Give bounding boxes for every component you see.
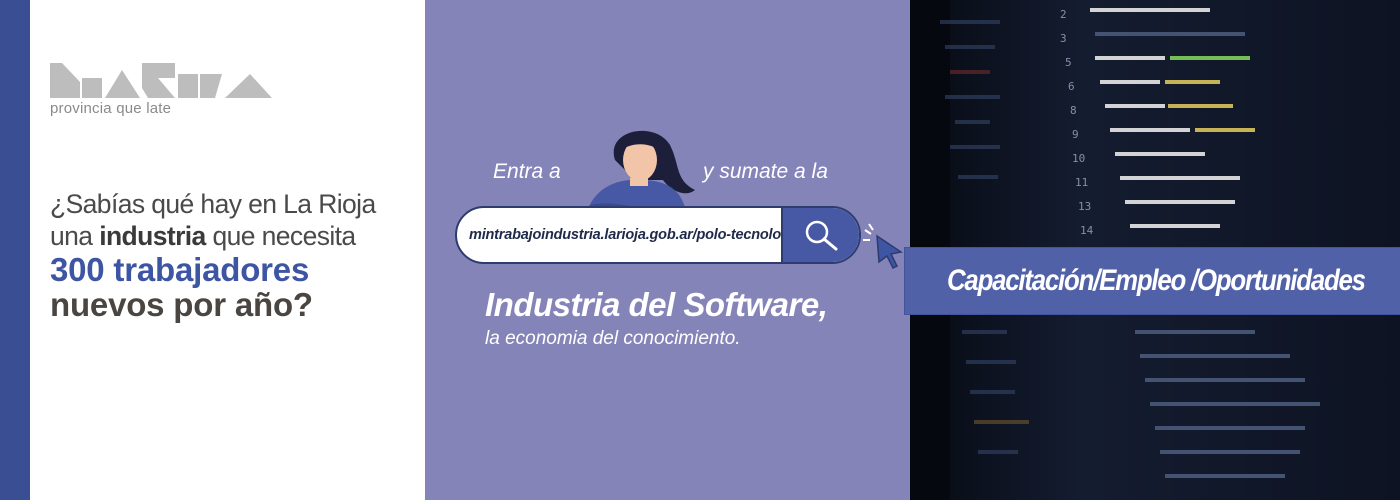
opportunities-banner: Capacitación/Empleo /Oportunidades — [905, 248, 1400, 314]
headline-nuevos-por-ano: nuevos por año? — [50, 286, 313, 323]
search-icon — [805, 220, 838, 251]
la-rioja-logo: provincia que late — [50, 60, 275, 120]
left-accent-stripe — [0, 0, 30, 500]
left-panel: provincia que late ¿Sabías qué hay en La… — [30, 0, 425, 500]
headline-industria: industria — [99, 221, 206, 251]
pointer-cursor-icon — [863, 223, 903, 270]
entra-text: Entra a — [493, 160, 561, 183]
svg-text:5: 5 — [1065, 56, 1072, 69]
url-search-bar[interactable]: mintrabajoindustria.larioja.gob.ar/polo-… — [455, 206, 861, 264]
industry-subtitle: la economia del conocimiento. — [485, 328, 741, 349]
headline-line-1: ¿Sabías qué hay en La Rioja — [50, 189, 376, 219]
cta-panel: Entra a y sumate a la mintrabajoindustri… — [425, 0, 910, 500]
svg-text:8: 8 — [1070, 104, 1077, 117]
svg-text:9: 9 — [1072, 128, 1079, 141]
search-url-text: mintrabajoindustria.larioja.gob.ar/polo-… — [469, 227, 811, 243]
search-button[interactable] — [781, 208, 859, 262]
headline-line-2: una industria que necesita — [50, 220, 420, 252]
svg-text:10: 10 — [1072, 152, 1085, 165]
industry-title: Industria del Software, — [485, 286, 828, 323]
headline-300-trabajadores: 300 trabajadores — [50, 251, 310, 288]
svg-text:6: 6 — [1068, 80, 1075, 93]
banner-text: Capacitación/Empleo /Oportunidades — [947, 264, 1366, 297]
headline-line-2-post: que necesita — [205, 221, 356, 251]
svg-text:11: 11 — [1075, 176, 1088, 189]
sumate-text: y sumate a la — [703, 160, 828, 183]
svg-text:14: 14 — [1080, 224, 1094, 237]
svg-text:2: 2 — [1060, 8, 1067, 21]
headline-question: ¿Sabías qué hay en La Rioja una industri… — [50, 188, 420, 322]
svg-text:13: 13 — [1078, 200, 1091, 213]
logo-tagline: provincia que late — [50, 100, 172, 117]
la-rioja-logo-mark — [50, 63, 272, 98]
svg-text:3: 3 — [1060, 32, 1067, 45]
headline-line-2-pre: una — [50, 221, 100, 251]
